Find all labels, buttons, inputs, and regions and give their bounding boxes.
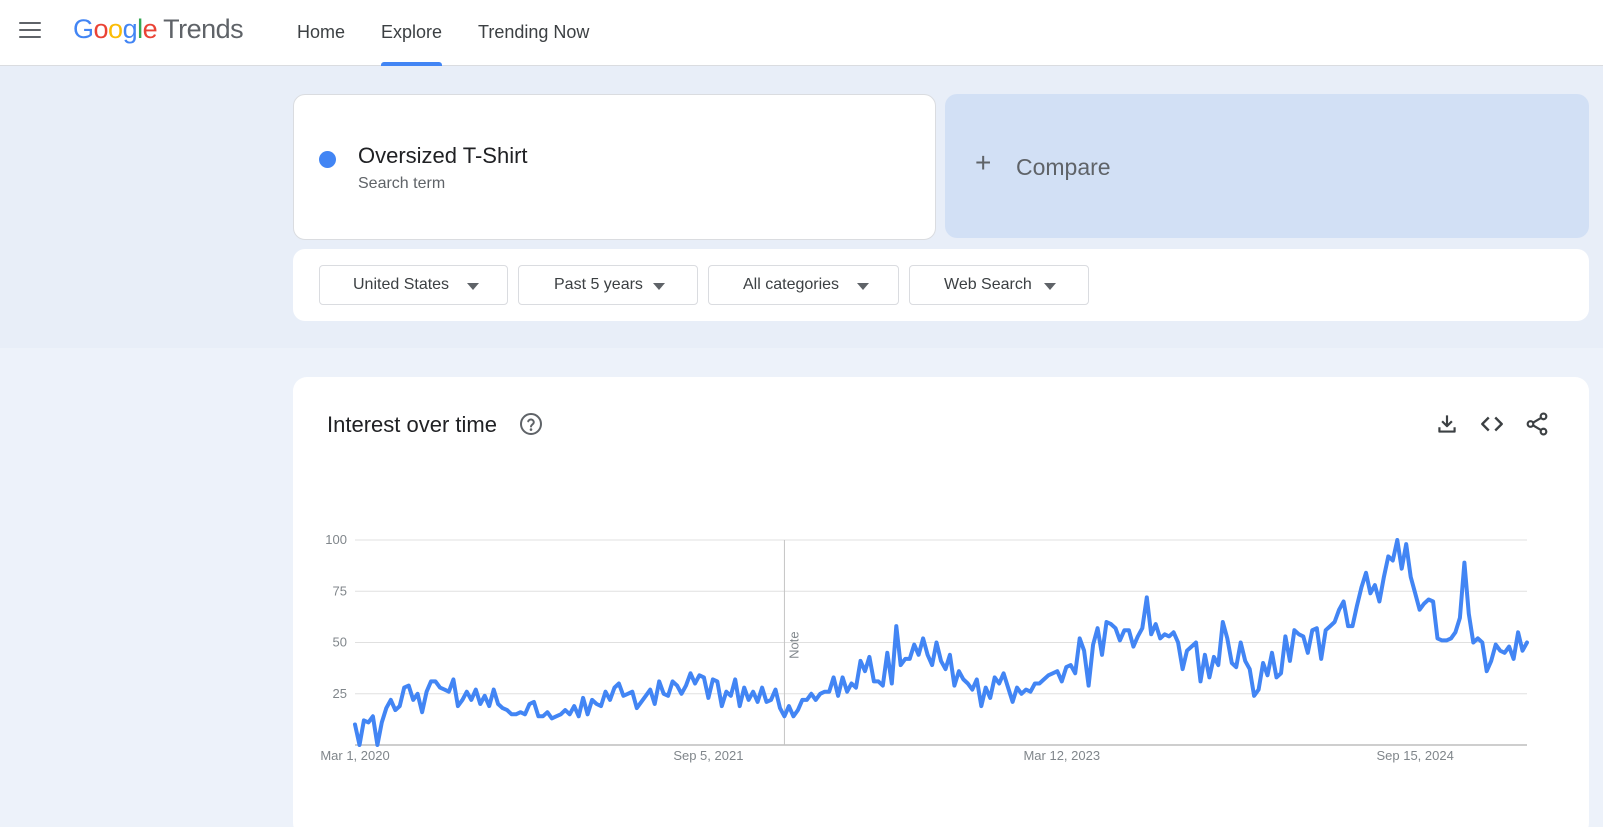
logo-product-name: Trends [163,14,244,44]
search-type-filter-dropdown[interactable]: Web Search [909,265,1089,305]
nav-tab-explore[interactable]: Explore [363,0,460,66]
interest-over-time-chart[interactable]: 25 50 75 100 Mar 1, 2020 Sep 5, 2021 Mar 12, 2… [293,377,1589,827]
region-filter-label: United States [353,276,450,293]
logo-letter: o [108,14,123,44]
hamburger-menu-icon[interactable] [19,22,41,40]
interest-over-time-card: Interest over time 25 50 75 100 Mar 1, 2020 S… [293,377,1589,827]
category-filter-label: All categories [743,276,840,293]
top-app-bar: Google Trends Home Explore Trending Now [0,0,1603,66]
note-annotation-label: Note [786,631,801,658]
x-tick-label: Sep 5, 2021 [673,748,743,763]
time-range-filter-dropdown[interactable]: Past 5 years [518,265,698,305]
logo-letter: g [122,14,138,44]
main-nav: Home Explore Trending Now [279,0,607,66]
x-tick-label: Mar 12, 2023 [1023,748,1100,763]
dropdown-arrow-icon [653,283,665,290]
category-filter-dropdown[interactable]: All categories [708,265,899,305]
filter-bar: United States Past 5 years All categorie… [293,249,1589,321]
time-range-filter-label: Past 5 years [554,276,643,293]
term-color-dot [319,151,336,168]
x-tick-label: Sep 15, 2024 [1376,748,1453,763]
nav-tab-trending-now[interactable]: Trending Now [460,0,607,66]
dropdown-arrow-icon [467,283,479,290]
logo-letter: e [142,14,158,44]
y-tick-label: 50 [333,635,347,650]
logo-letter: o [93,14,109,44]
compare-button[interactable]: + Compare [945,94,1589,238]
compare-label: Compare [1016,154,1111,180]
search-term-type: Search term [358,175,446,192]
nav-tab-home[interactable]: Home [279,0,363,66]
search-term-card[interactable]: Oversized T-Shirt Search term [293,94,936,240]
google-trends-logo[interactable]: Google Trends [73,14,244,45]
x-tick-label: Mar 1, 2020 [320,748,389,763]
dropdown-arrow-icon [857,283,869,290]
region-filter-dropdown[interactable]: United States [319,265,508,305]
dropdown-arrow-icon [1044,283,1056,290]
search-term-name[interactable]: Oversized T-Shirt [358,143,528,169]
search-type-filter-label: Web Search [944,276,1032,293]
y-tick-label: 100 [325,532,347,547]
logo-letter: G [73,14,94,44]
y-tick-label: 75 [333,583,347,598]
y-tick-label: 25 [333,686,347,701]
plus-icon: + [975,147,992,178]
